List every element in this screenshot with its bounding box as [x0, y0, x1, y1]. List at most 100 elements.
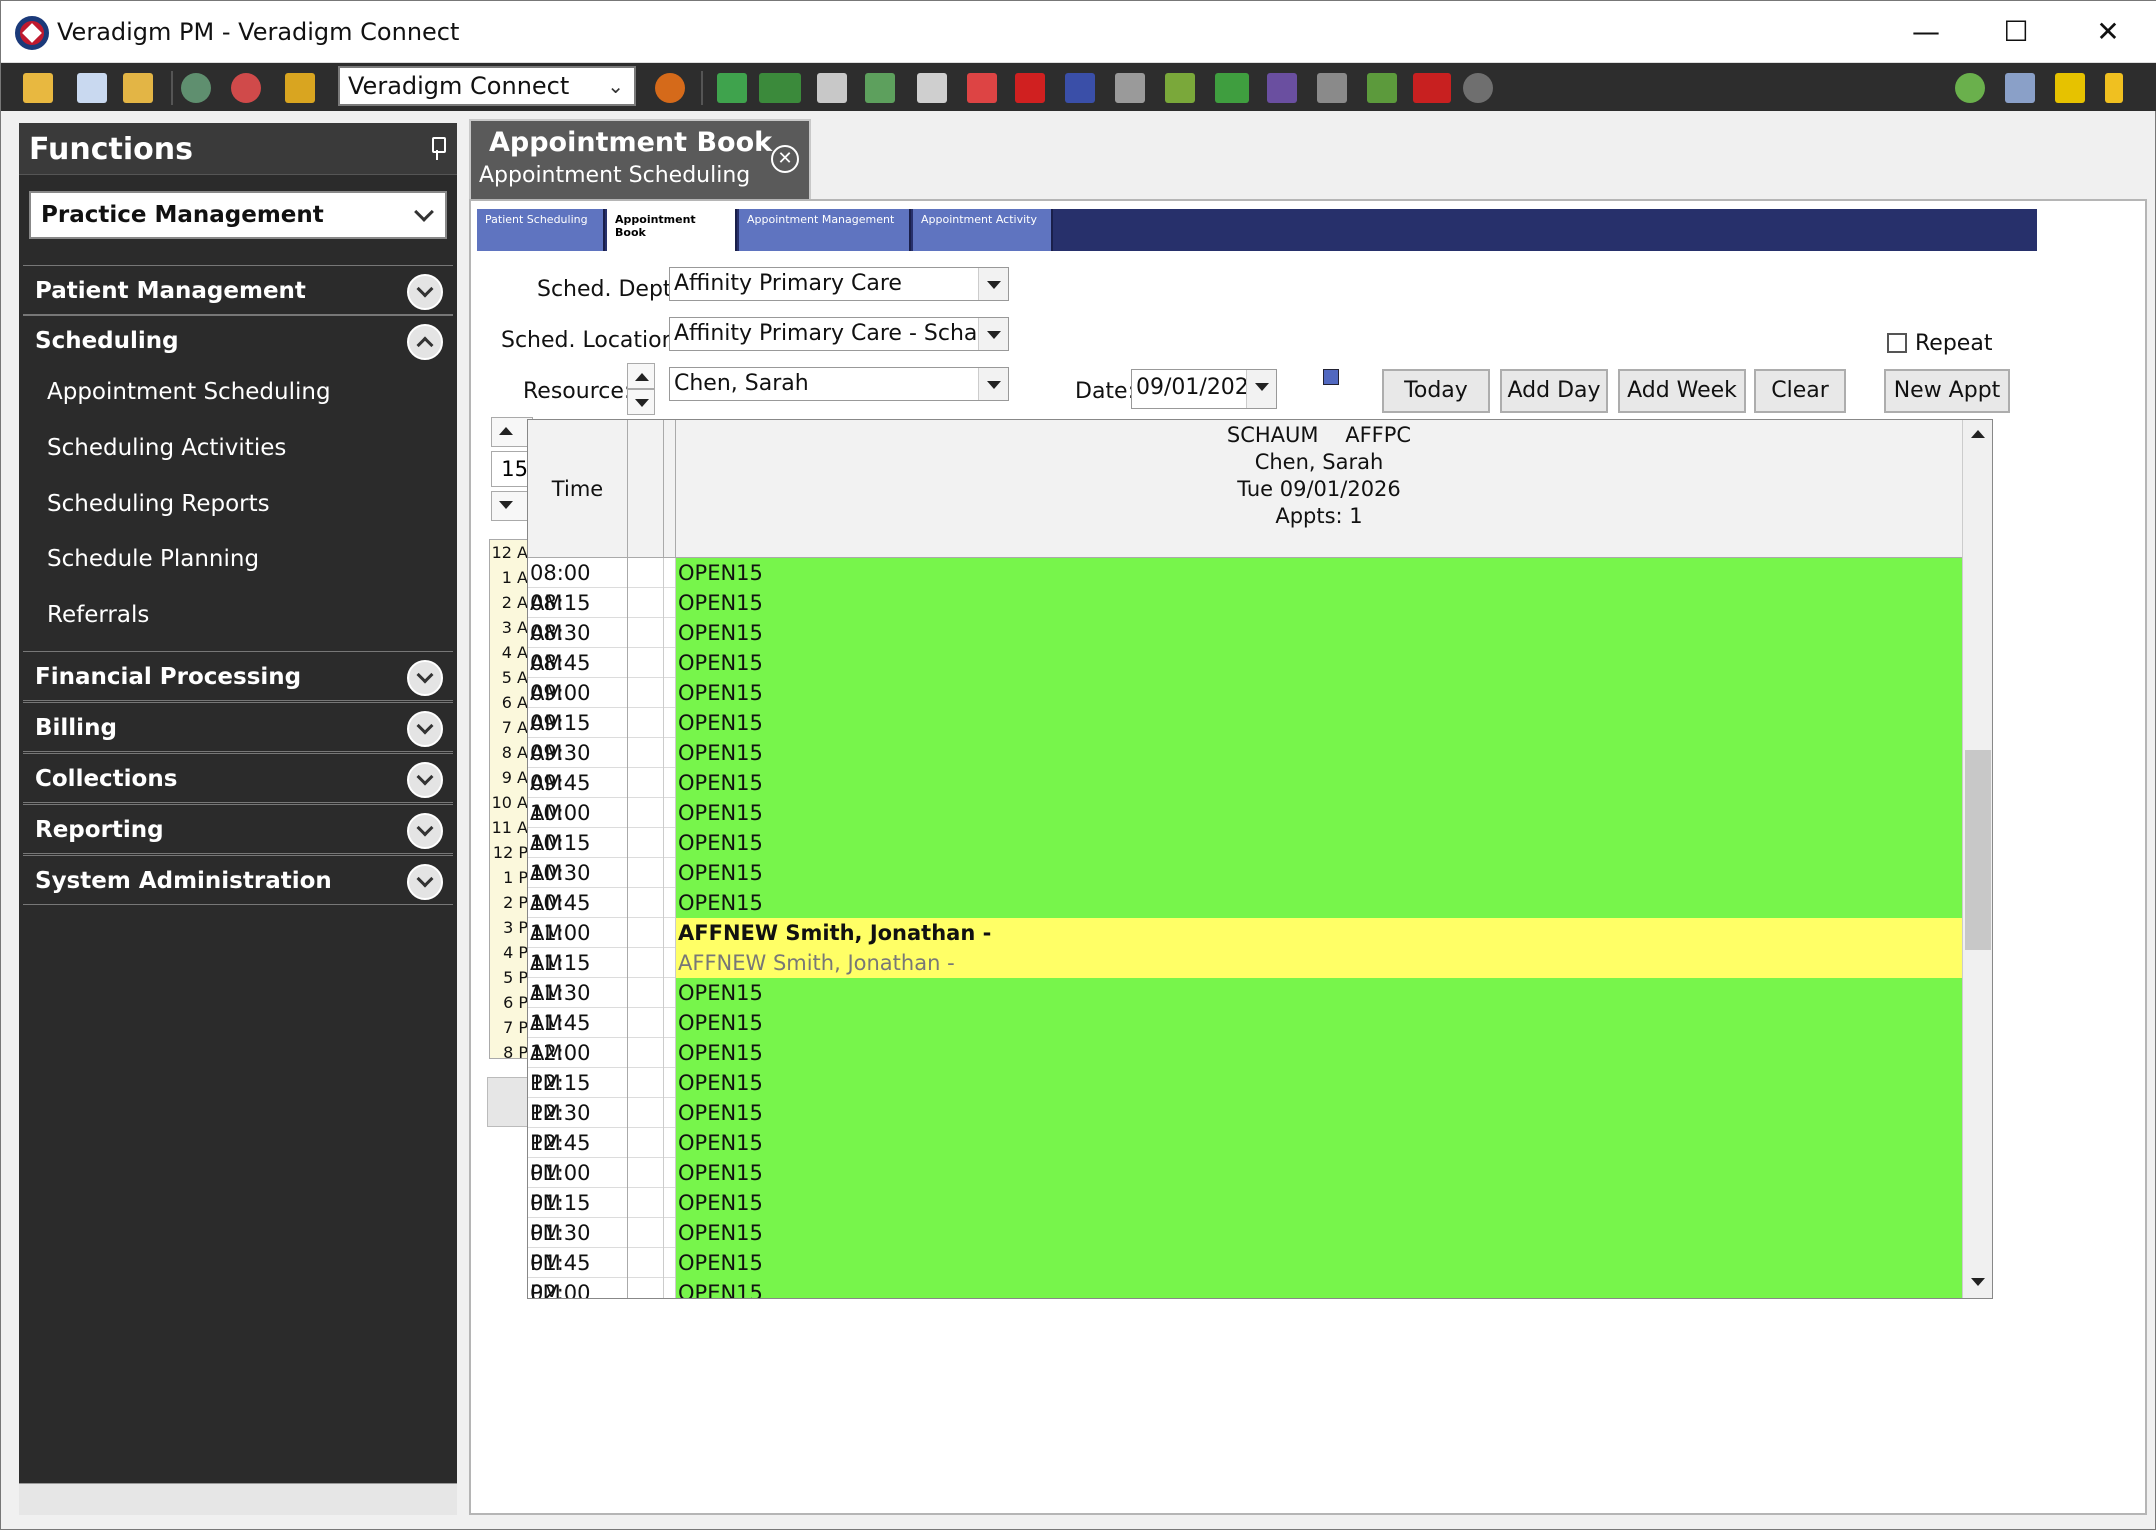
add-week-button[interactable]: Add Week	[1618, 369, 1746, 413]
close-window-button[interactable]: ✕	[2063, 9, 2153, 55]
open-slot[interactable]: OPEN15	[676, 1038, 1962, 1068]
open-slot[interactable]: OPEN15	[676, 858, 1962, 888]
open-slot[interactable]: OPEN15	[676, 978, 1962, 1008]
appointment-slot-row[interactable]: 11:45 AM OPEN15	[528, 1008, 1962, 1065]
subtab-appointment-management[interactable]: Appointment Management	[739, 209, 911, 251]
sidebar-section-billing[interactable]: Billing	[23, 702, 453, 752]
appointment-slot-row[interactable]: 01:15 PM OPEN15	[528, 1188, 1962, 1245]
hour-jump-item[interactable]: 5 A	[490, 665, 532, 690]
booked-appointment[interactable]: AFFNEW Smith, Jonathan -	[676, 918, 1962, 948]
hour-jump-item[interactable]: 4 P	[490, 940, 532, 965]
hour-jump-item[interactable]: 1 P	[490, 865, 532, 890]
open-slot[interactable]: OPEN15	[676, 1158, 1962, 1188]
sidebar-item-scheduling-reports[interactable]: Scheduling Reports	[47, 491, 270, 517]
open-slot[interactable]: OPEN15	[676, 708, 1962, 738]
hour-jump-item[interactable]: 6 P	[490, 990, 532, 1015]
subtab-appointment-activity[interactable]: Appointment Activity	[913, 209, 1053, 251]
hour-jump-item[interactable]: 1 A	[490, 565, 532, 590]
sidebar-item-referrals[interactable]: Referrals	[47, 602, 149, 628]
open-slot[interactable]: OPEN15	[676, 1278, 1962, 1298]
hour-jump-item[interactable]: 3 P	[490, 915, 532, 940]
resource-select[interactable]: Chen, Sarah	[669, 367, 1009, 401]
help-icon[interactable]	[2055, 73, 2085, 103]
appointment-slot-row[interactable]: 08:30 AM OPEN15	[528, 618, 1962, 675]
hour-jump-item[interactable]: 8 A	[490, 740, 532, 765]
msp-icon[interactable]	[1413, 73, 1451, 103]
dropdown-arrow-icon[interactable]	[978, 368, 1008, 400]
sidebar-item-schedule-planning[interactable]: Schedule Planning	[47, 546, 259, 572]
sidebar-section-collections[interactable]: Collections	[23, 753, 453, 803]
grid-vertical-scrollbar[interactable]	[1962, 420, 1992, 1298]
appointment-slot-row[interactable]: 02:00 PM OPEN15	[528, 1278, 1962, 1298]
hour-jump-item[interactable]: 3 A	[490, 615, 532, 640]
new-appt-button[interactable]: New Appt	[1884, 369, 2010, 413]
money-icon[interactable]	[1367, 73, 1397, 103]
open-slot[interactable]: OPEN15	[676, 648, 1962, 678]
collapse-chevron-icon[interactable]	[407, 324, 443, 360]
appointment-slot-row[interactable]: 09:30 AM OPEN15	[528, 738, 1962, 795]
notepad-icon[interactable]	[817, 73, 847, 103]
appointment-slot-row[interactable]: 11:00 AM AFFNEW Smith, Jonathan -	[528, 918, 1962, 975]
hour-jump-item[interactable]: 12 A	[490, 540, 532, 565]
document-list-icon[interactable]	[917, 73, 947, 103]
open-slot[interactable]: OPEN15	[676, 588, 1962, 618]
medical-cross-icon[interactable]	[1015, 73, 1045, 103]
briefcase-icon[interactable]	[759, 73, 801, 103]
hour-jump-item[interactable]: 10 A	[490, 790, 532, 815]
sidebar-section-patient-management[interactable]: Patient Management	[23, 265, 453, 315]
sidebar-item-appointment-scheduling[interactable]: Appointment Scheduling	[47, 379, 331, 405]
add-day-button[interactable]: Add Day	[1500, 369, 1608, 413]
maximize-button[interactable]: ☐	[1971, 9, 2061, 55]
settings-gear-icon[interactable]	[181, 73, 211, 103]
calendar-icon[interactable]	[1323, 369, 1339, 385]
hour-jump-item[interactable]: 2 P	[490, 890, 532, 915]
network-icon[interactable]	[1267, 73, 1297, 103]
scroll-thumb[interactable]	[1965, 750, 1991, 950]
open-slot[interactable]: OPEN15	[676, 1128, 1962, 1158]
appointment-slot-row[interactable]: 09:45 AM OPEN15	[528, 768, 1962, 825]
globe-icon[interactable]	[1955, 73, 1985, 103]
appointment-slot-row[interactable]: 10:30 AM OPEN15	[528, 858, 1962, 915]
appointment-slot-row[interactable]: 01:00 PM OPEN15	[528, 1158, 1962, 1215]
sched-location-select[interactable]: Affinity Primary Care - Schaumburg	[669, 317, 1009, 351]
appointment-slot-row[interactable]: 12:00 PM OPEN15	[528, 1038, 1962, 1095]
module-select[interactable]: Practice Management	[29, 191, 447, 239]
sidebar-section-scheduling[interactable]: Scheduling	[23, 315, 453, 365]
expand-chevron-icon[interactable]	[407, 864, 443, 900]
today-button[interactable]: Today	[1382, 369, 1490, 413]
appointment-slot-row[interactable]: 12:30 PM OPEN15	[528, 1098, 1962, 1155]
open-slot[interactable]: OPEN15	[676, 558, 1962, 588]
hour-jump-item[interactable]: 12 P	[490, 840, 532, 865]
appointment-slot-row[interactable]: 10:15 AM OPEN15	[528, 828, 1962, 885]
dropdown-arrow-icon[interactable]	[978, 268, 1008, 300]
open-slot[interactable]: OPEN15	[676, 738, 1962, 768]
resource-next-arrow-icon[interactable]	[627, 389, 655, 415]
hour-jump-item[interactable]: 2 A	[490, 590, 532, 615]
subtab-appointment-book[interactable]: Appointment Book	[607, 209, 737, 251]
open-folder-icon[interactable]	[23, 73, 53, 103]
hour-jump-item[interactable]: 5 P	[490, 965, 532, 990]
spreadsheet-icon[interactable]	[1215, 73, 1249, 103]
phone-icon[interactable]	[1115, 73, 1145, 103]
s-circle-icon[interactable]	[1463, 73, 1493, 103]
appointment-slot-row[interactable]: 10:45 AM OPEN15	[528, 888, 1962, 945]
cloud-icon[interactable]	[2005, 73, 2035, 103]
camera-icon[interactable]	[1317, 73, 1347, 103]
scroll-up-arrow-icon[interactable]	[1963, 420, 1992, 450]
open-slot[interactable]: OPEN15	[676, 1098, 1962, 1128]
sidebar-item-scheduling-activities[interactable]: Scheduling Activities	[47, 435, 286, 461]
appointment-slot-row[interactable]: 11:15 AM AFFNEW Smith, Jonathan -	[528, 948, 1962, 1005]
resource-column-header[interactable]: SCHAUM AFFPC Chen, Sarah Tue 09/01/2026 …	[676, 420, 1962, 530]
open-slot[interactable]: OPEN15	[676, 1218, 1962, 1248]
repeat-checkbox[interactable]	[1887, 333, 1907, 353]
appointment-slot-row[interactable]: 01:45 PM OPEN15	[528, 1248, 1962, 1298]
appointment-slot-row[interactable]: 08:00 AM OPEN15	[528, 558, 1962, 615]
appointment-slot-row[interactable]: 09:00 AM OPEN15	[528, 678, 1962, 735]
hour-jump-item[interactable]: 4 A	[490, 640, 532, 665]
chart-icon[interactable]	[865, 73, 895, 103]
open-slot[interactable]: OPEN15	[676, 1188, 1962, 1218]
booked-appointment[interactable]: AFFNEW Smith, Jonathan -	[676, 948, 1962, 978]
clear-button[interactable]: Clear	[1754, 369, 1846, 413]
open-slot[interactable]: OPEN15	[676, 798, 1962, 828]
open-slot[interactable]: OPEN15	[676, 888, 1962, 918]
